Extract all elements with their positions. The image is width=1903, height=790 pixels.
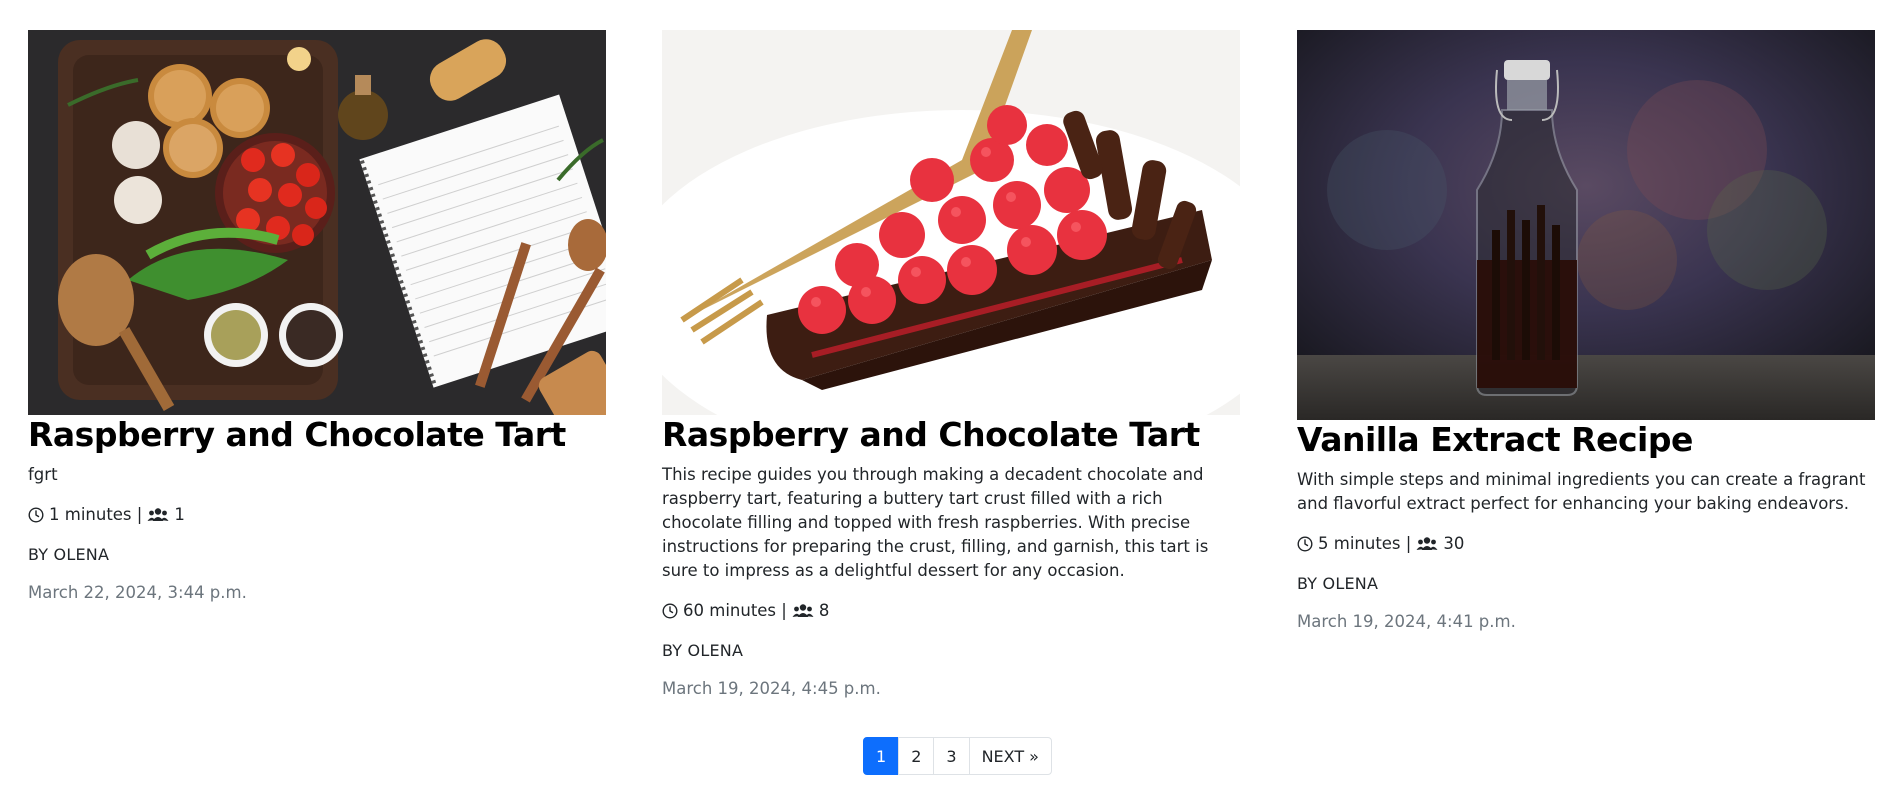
recipe-description: fgrt bbox=[28, 465, 58, 484]
users-icon bbox=[792, 604, 814, 617]
page-1-button[interactable]: 1 bbox=[863, 737, 900, 775]
pagination: 1 2 3 NEXT » bbox=[863, 737, 1052, 775]
servings: 30 bbox=[1443, 534, 1465, 553]
recipe-card[interactable]: Raspberry and Chocolate Tart fgrt 1 minu… bbox=[28, 30, 606, 605]
recipe-card[interactable]: Vanilla Extract Recipe With simple steps… bbox=[1297, 30, 1875, 634]
recipe-meta: 1 minutes | 1 bbox=[28, 503, 606, 527]
recipe-author: BY OLENA bbox=[662, 641, 744, 660]
servings: 1 bbox=[174, 505, 185, 524]
recipe-author: BY OLENA bbox=[28, 545, 110, 564]
page-3-button[interactable]: 3 bbox=[933, 737, 970, 775]
recipe-image[interactable] bbox=[28, 30, 606, 415]
recipe-date: March 19, 2024, 4:45 p.m. bbox=[662, 679, 881, 698]
recipe-meta: 60 minutes | 8 bbox=[662, 599, 1240, 623]
clock-icon bbox=[662, 603, 678, 619]
recipe-date: March 19, 2024, 4:41 p.m. bbox=[1297, 612, 1516, 631]
recipe-title[interactable]: Vanilla Extract Recipe bbox=[1297, 420, 1875, 460]
prep-time: 1 minutes | bbox=[49, 505, 143, 524]
recipe-image[interactable] bbox=[662, 30, 1240, 415]
recipe-title[interactable]: Raspberry and Chocolate Tart bbox=[662, 415, 1240, 455]
users-icon bbox=[1416, 537, 1438, 550]
servings: 8 bbox=[818, 601, 830, 620]
vanilla-bottle-image bbox=[1297, 30, 1875, 420]
clock-icon bbox=[1297, 536, 1313, 552]
cooking-ingredients-image bbox=[28, 30, 606, 415]
page-2-button[interactable]: 2 bbox=[898, 737, 935, 775]
recipe-description: With simple steps and minimal ingredient… bbox=[1297, 470, 1866, 513]
recipe-image[interactable] bbox=[1297, 30, 1875, 420]
next-page-button[interactable]: NEXT » bbox=[968, 737, 1052, 775]
recipe-date: March 22, 2024, 3:44 p.m. bbox=[28, 583, 247, 602]
users-icon bbox=[147, 508, 169, 521]
clock-icon bbox=[28, 507, 44, 523]
recipe-description: This recipe guides you through making a … bbox=[662, 465, 1209, 580]
prep-time: 5 minutes | bbox=[1318, 534, 1412, 553]
raspberry-tart-image bbox=[662, 30, 1240, 415]
recipe-title[interactable]: Raspberry and Chocolate Tart bbox=[28, 415, 606, 455]
recipe-meta: 5 minutes | 30 bbox=[1297, 532, 1875, 556]
prep-time: 60 minutes | bbox=[683, 601, 787, 620]
recipe-author: BY OLENA bbox=[1297, 574, 1379, 593]
recipe-card[interactable]: Raspberry and Chocolate Tart This recipe… bbox=[662, 30, 1240, 701]
